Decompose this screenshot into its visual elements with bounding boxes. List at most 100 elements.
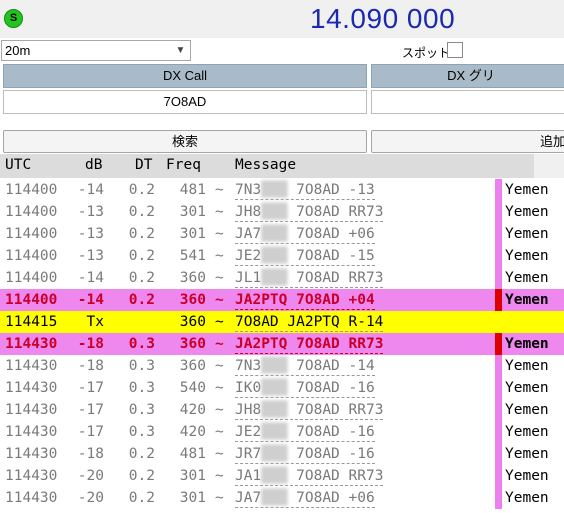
redacted-callsign: ███ [261,380,288,396]
status-stripe [495,443,502,465]
cell-country: Yemen [505,424,549,440]
cell-country: Yemen [505,292,549,308]
cell-dt: 0.2 [128,446,155,462]
cell-country: Yemen [505,336,549,352]
status-stripe [495,465,502,487]
chevron-down-icon[interactable]: ▼ [170,41,190,60]
status-stripe [495,421,502,443]
dx-call-field[interactable]: 7O8AD [3,90,367,114]
cell-separator: ~ [215,204,224,220]
table-row[interactable]: 114430 -18 0.3 360 ~7N3███ 7O8AD -14 Yemen [0,355,564,377]
cell-freq: 360 [179,270,206,286]
cell-country: Yemen [505,446,549,462]
cell-db: -14 [77,270,104,286]
cell-utc: 114415 [5,314,58,330]
redacted-callsign: ███ [261,468,288,484]
cell-dt: 0.2 [128,490,155,506]
cell-freq: 360 [179,292,206,308]
table-row[interactable]: 114430 -18 0.3 360 ~ JA2PTQ 7O8AD RR73 Yemen [0,333,564,355]
cell-message: IK0███ 7O8AD -16 [235,380,375,398]
decode-list[interactable]: UTC dB DT Freq Message 114400 -14 0.2 481 ~7… [0,154,564,513]
cell-utc: 114430 [5,490,58,506]
table-row[interactable]: 114400 -14 0.2 360 ~ JL1███ 7O8AD RR73 Yemen [0,267,564,289]
dx-grid-field[interactable] [371,90,564,114]
cell-message: JL1███ 7O8AD RR73 [235,270,384,288]
status-stripe [495,179,502,201]
cell-country: Yemen [505,468,549,484]
cell-message: JA7███ 7O8AD +06 [235,226,375,244]
table-row[interactable]: 114400 -13 0.2 541 ~ JE2███ 7O8AD -15 Yemen [0,245,564,267]
cell-dt: 0.2 [128,292,155,308]
cell-freq: 360 [179,314,206,330]
table-row[interactable]: 114430 -18 0.2 481 ~ JR7███ 7O8AD -16 Yemen [0,443,564,465]
message-text: 7O8AD -16 [287,424,375,440]
status-stripe [495,399,502,421]
cell-separator: ~ [215,248,224,264]
cell-freq: 481 [179,182,206,198]
cell-utc: 114400 [5,204,58,220]
table-row[interactable]: 114400 -14 0.2 360 ~ JA2PTQ 7O8AD +04 Yemen [0,289,564,311]
column-db: dB [85,157,103,173]
status-stripe [495,201,502,223]
status-stripe [495,355,502,377]
column-message: Message [235,157,297,173]
message-call: JR7 [235,446,262,462]
cell-freq: 301 [179,468,206,484]
message-call: 7N3 [235,358,262,374]
cell-separator: ~ [215,226,224,242]
cell-separator: ~ [215,490,224,506]
table-row[interactable]: 114430 -17 0.3 420 ~ JE2███ 7O8AD -16 Yemen [0,421,564,443]
table-row[interactable]: 114430 -17 0.3 540 ~ IK0███ 7O8AD -16 Yemen [0,377,564,399]
message-call: JA2PTQ [235,336,288,352]
message-call: JA1 [235,468,262,484]
table-row[interactable]: 114400 -13 0.2 301 ~ JH8███ 7O8AD RR73 Yemen [0,201,564,223]
message-call: JH8 [235,204,262,220]
table-row[interactable]: 114400 -13 0.2 301 ~ JA7███ 7O8AD +06 Yemen [0,223,564,245]
redacted-callsign: ███ [261,226,288,242]
cell-message: JA1███ 7O8AD RR73 [235,468,384,486]
spot-label: スポット [402,46,451,60]
cell-dt: 0.2 [128,182,155,198]
redacted-callsign: ███ [261,490,288,506]
message-text: 7O8AD -15 [287,248,375,264]
cell-db: -18 [77,336,104,352]
cell-country: Yemen [505,402,549,418]
band-select[interactable]: 20m ▼ [1,40,191,61]
table-row[interactable]: 114430 -20 0.2 301 ~ JA1███ 7O8AD RR73 Yemen [0,465,564,487]
cell-message: JE2███ 7O8AD -16 [235,424,375,442]
message-text: 7O8AD RR73 [287,336,384,352]
cell-country: Yemen [505,270,549,286]
cell-freq: 481 [179,446,206,462]
status-badge[interactable]: S [4,9,23,28]
spot-checkbox[interactable] [447,42,463,58]
message-call: JE2 [235,424,262,440]
cell-separator: ~ [215,402,224,418]
cell-dt: 0.3 [128,402,155,418]
table-row[interactable]: 114415 Tx 360 ~7O8AD JA2PTQ R-14 [0,311,564,333]
list-header: UTC dB DT Freq Message [0,154,534,178]
cell-dt: 0.3 [128,358,155,374]
list-header-corner [534,154,564,178]
cell-utc: 114430 [5,358,58,374]
redacted-callsign: ███ [261,358,288,374]
message-text: 7O8AD RR73 [287,204,384,220]
message-call: JA7 [235,226,262,242]
cell-utc: 114430 [5,336,58,352]
cell-message: JA2PTQ 7O8AD +04 [235,292,375,310]
add-button[interactable]: 追加 [371,130,564,153]
table-row[interactable]: 114400 -14 0.2 481 ~7N3███ 7O8AD -13 Yemen [0,179,564,201]
table-row[interactable]: 114430 -20 0.2 301 ~ JA7███ 7O8AD +06 Yemen [0,487,564,509]
cell-dt: 0.2 [128,204,155,220]
cell-country: Yemen [505,204,549,220]
column-freq: Freq [166,157,201,173]
cell-freq: 420 [179,424,206,440]
search-button[interactable]: 検索 [3,130,367,153]
message-text: 7O8AD RR73 [287,270,384,286]
cell-freq: 360 [179,336,206,352]
top-bar: S 14.090 000 [0,0,564,38]
cell-dt: 0.2 [128,226,155,242]
table-row[interactable]: 114430 -17 0.3 420 ~ JH8███ 7O8AD RR73 Yemen [0,399,564,421]
redacted-callsign: ███ [261,270,288,286]
cell-separator: ~ [215,468,224,484]
cell-freq: 420 [179,402,206,418]
